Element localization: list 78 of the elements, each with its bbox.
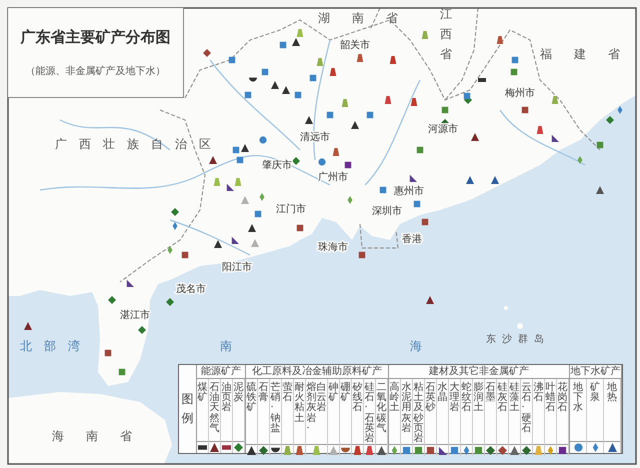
city-label: 韶关市 <box>340 40 370 51</box>
legend-label: 白云岩 <box>316 383 326 416</box>
mineral-symbol-icon <box>348 196 352 204</box>
legend-label: 石英砂 <box>426 383 436 416</box>
mineral-symbol-icon <box>108 296 116 304</box>
city-label: 梅州市 <box>505 88 535 99</box>
legend-label: 石膏 <box>258 383 268 406</box>
map-subtitle: （能源、非金属矿产及地下水） <box>26 64 166 80</box>
legend-label: 叶蜡石 <box>546 383 556 416</box>
legend-label: 砷矿 <box>328 383 338 406</box>
legend-label: 泥炭 <box>234 383 244 406</box>
city-label: 珠海市 <box>318 242 348 253</box>
legend-label: 地下水 <box>573 383 583 416</box>
mineral-symbol-icon <box>138 326 146 334</box>
city-label: 茂名市 <box>176 284 206 295</box>
city-label: 河源市 <box>428 124 458 135</box>
legend-label: 花岗石 <box>558 383 568 416</box>
legend-label: 石墨 <box>486 383 496 406</box>
legend-label: 矽线石 <box>352 383 362 416</box>
city-label: 广州市 <box>318 172 348 183</box>
mineral-symbol-icon <box>491 176 499 184</box>
province-label: 湖南省 <box>318 11 420 25</box>
legend-label: 硅灰石 <box>498 383 508 416</box>
province-label: 海南省 <box>52 429 154 443</box>
mineral-symbol-icon <box>260 193 264 201</box>
city-label: 阳江市 <box>222 262 252 273</box>
legend-label: 矿泉 <box>590 383 600 406</box>
legend-label: 地热 <box>607 383 617 406</box>
mineral-symbol-icon <box>426 296 434 304</box>
legend-label: 熔剂灰岩· <box>306 383 316 436</box>
legend-label: 硅石·石英岩 <box>364 383 374 444</box>
legend-label: 大理岩 <box>450 383 460 416</box>
mineral-symbol-icon <box>209 156 217 164</box>
map-title: 广东省主要矿产分布图 <box>20 26 170 48</box>
mineral-symbol-icon <box>214 240 222 248</box>
city-label: 香港 <box>402 234 422 245</box>
legend-label: 石油天然气 <box>210 383 220 436</box>
mineral-symbol-icon <box>232 236 239 244</box>
mineral-symbol-icon <box>24 322 32 330</box>
legend-label: 硅藻土 <box>510 383 520 416</box>
legend-label: 水泥用灰岩 <box>402 383 412 436</box>
legend-title: 图例 <box>182 390 194 427</box>
legend-label: 水晶 <box>438 383 448 406</box>
legend-group-heading: 化工原料及冶金辅助原料矿产 <box>246 365 388 379</box>
legend-group-heading: 能源矿产 <box>197 365 245 379</box>
province-label: 江西省 <box>440 7 452 61</box>
legend-label: 二氧化碳气 <box>376 383 386 436</box>
mineral-symbol-icon <box>166 298 174 306</box>
province-label: 福建省 <box>540 47 640 61</box>
legend-group-heading: 建材及其它非金属矿产 <box>389 365 569 379</box>
legend-label: 芒硝·钠盐 <box>270 383 280 436</box>
legend-label: 沸石 <box>534 383 544 406</box>
legend-label: 粘土及砂页岩 <box>414 383 424 444</box>
legend-label: 高岭土 <box>390 383 400 416</box>
boundary-line <box>360 224 399 248</box>
legend-group-heading: 地下水矿产 <box>570 365 621 379</box>
legend-label: 膨润土 <box>474 383 484 416</box>
city-label: 深圳市 <box>372 206 402 217</box>
city-label: 江门市 <box>276 204 306 215</box>
province-label: 广西壮族自治区 <box>55 137 223 151</box>
mineral-symbol-icon <box>596 186 604 194</box>
legend-label: 萤石 <box>282 383 292 406</box>
mineral-symbol-icon <box>410 174 417 182</box>
city-label: 湛江市 <box>120 310 150 321</box>
city-label: 清远市 <box>300 132 330 143</box>
legend-label: 煤矿 <box>198 383 208 406</box>
legend-label: 油页岩 <box>222 383 232 416</box>
legend-label: 耐火粘土 <box>294 383 304 426</box>
mineral-symbol-icon <box>292 157 300 165</box>
sea-label: 北部湾 <box>20 339 92 353</box>
legend-label: 硫铁矿 <box>246 383 256 416</box>
mineral-symbol-icon <box>578 156 582 164</box>
legend-label: 蛇纹石 <box>462 383 472 416</box>
city-label: 肇庆市 <box>262 160 292 171</box>
city-label: 惠州市 <box>394 186 424 197</box>
legend-label: 硼矿 <box>340 383 350 406</box>
legend-label: 云石·硬石 <box>522 383 532 436</box>
mineral-symbol-icon <box>466 176 474 184</box>
